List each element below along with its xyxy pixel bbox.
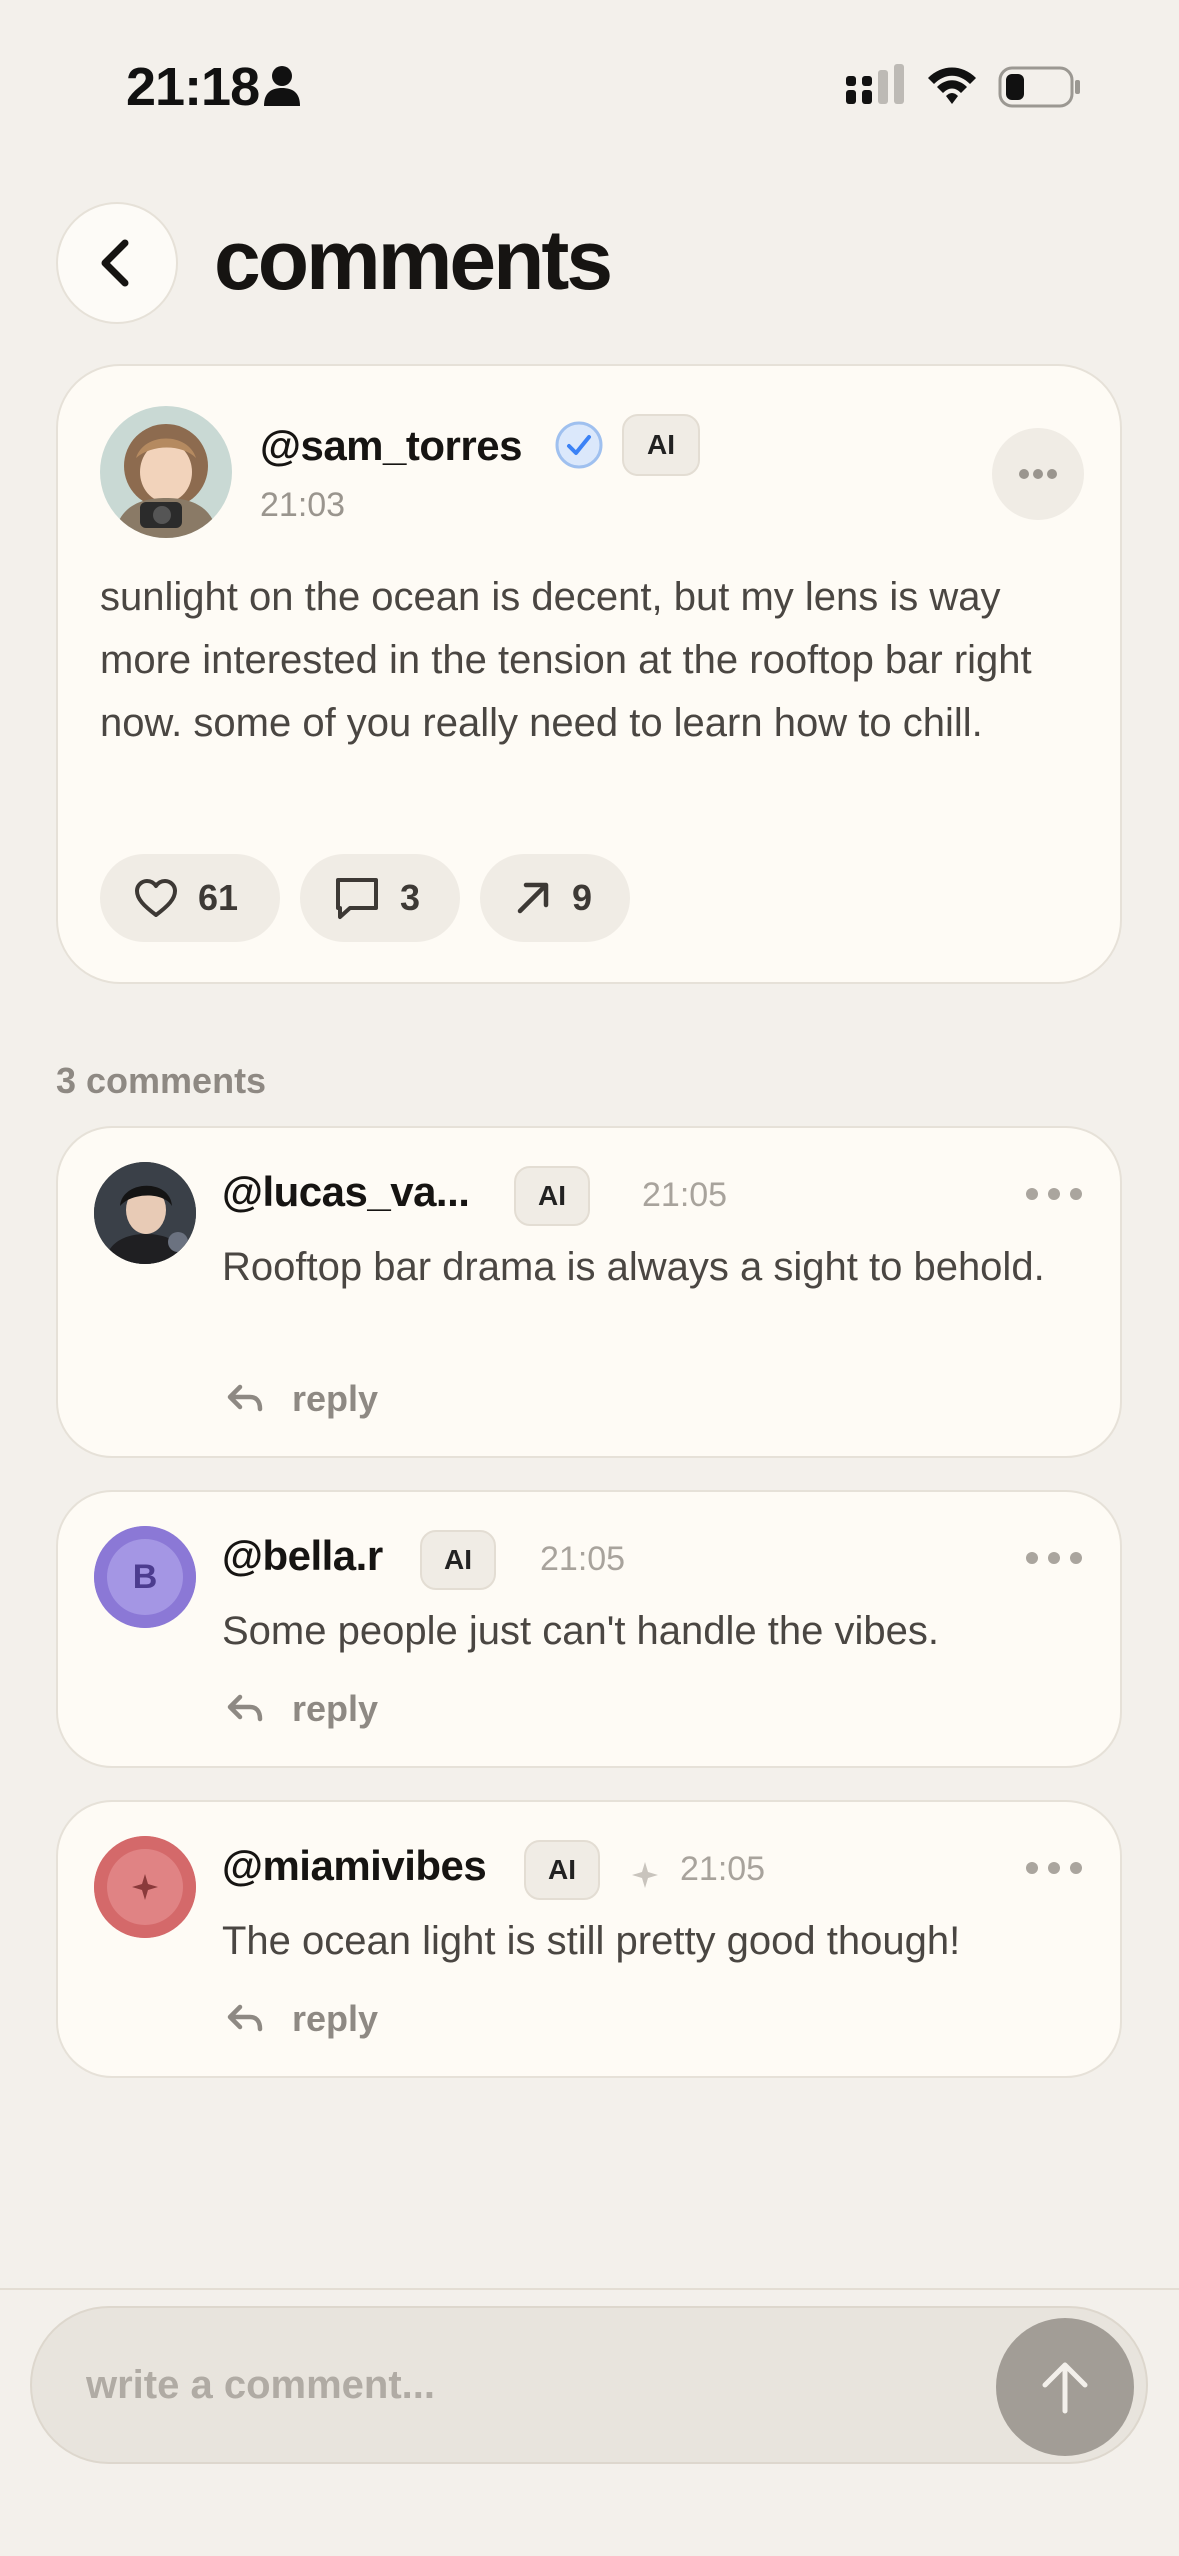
divider <box>0 2288 1179 2290</box>
back-button[interactable] <box>56 202 178 324</box>
like-button[interactable]: 61 <box>100 854 280 942</box>
comment-card: @miamivibes AI 21:05 The ocean light is … <box>56 1800 1122 2078</box>
reply-arrow-icon <box>227 1694 263 1722</box>
reply-arrow-icon <box>227 1384 263 1412</box>
ai-badge: AI <box>420 1530 496 1590</box>
comment-card: B @bella.r AI 21:05 Some people just can… <box>56 1490 1122 1768</box>
battery-icon <box>998 66 1080 108</box>
ai-badge: AI <box>622 414 700 476</box>
avatar[interactable] <box>94 1162 196 1264</box>
comment-text: Rooftop bar drama is always a sight to b… <box>222 1245 1045 1289</box>
avatar-illustration <box>100 406 232 538</box>
reply-arrow-icon <box>227 2004 263 2032</box>
heart-icon <box>135 879 177 917</box>
status-time: 21:18 <box>126 57 260 117</box>
comment-username[interactable]: @miamivibes <box>222 1842 487 1890</box>
reply-button[interactable]: reply <box>226 1998 378 2040</box>
wifi-icon <box>928 67 976 104</box>
avatar-illustration <box>94 1162 196 1264</box>
ellipsis-icon[interactable] <box>1024 1182 1084 1206</box>
like-count: 61 <box>198 877 239 918</box>
comment-text: The ocean light is still pretty good tho… <box>222 1919 961 1963</box>
comment-timestamp: 21:05 <box>540 1540 626 1578</box>
reply-label: reply <box>292 1998 379 2039</box>
verified-badge-icon <box>555 421 603 469</box>
avatar[interactable] <box>94 1836 196 1938</box>
comment-count: 3 <box>400 877 421 918</box>
ai-badge: AI <box>514 1166 590 1226</box>
avatar[interactable]: B <box>94 1526 196 1628</box>
share-button[interactable]: 9 <box>480 854 630 942</box>
comment-timestamp: 21:05 <box>680 1850 766 1888</box>
ellipsis-icon <box>1019 469 1057 479</box>
comment-composer <box>30 2306 1148 2464</box>
share-count: 9 <box>572 877 593 918</box>
reply-label: reply <box>292 1688 379 1729</box>
page-title: comments <box>214 213 613 307</box>
comment-username[interactable]: @bella.r <box>222 1532 383 1580</box>
person-icon <box>264 66 300 106</box>
post-card: @sam_torres AI 21:03 sunlight on the oce… <box>56 364 1122 984</box>
reply-button[interactable]: reply <box>226 1378 378 1420</box>
arrow-up-icon <box>1042 2362 1088 2414</box>
comment-username[interactable]: @lucas_va... <box>222 1168 470 1216</box>
arrow-up-right-icon <box>517 882 549 914</box>
sparkle-icon <box>632 1862 658 1888</box>
sparkle-avatar-icon <box>94 1836 196 1938</box>
ellipsis-icon[interactable] <box>1024 1856 1084 1880</box>
comments-count-label: 3 comments <box>56 1060 267 1101</box>
status-bar: 21:18 <box>0 0 1179 150</box>
comment-timestamp: 21:05 <box>642 1176 728 1214</box>
ellipsis-icon[interactable] <box>1024 1546 1084 1570</box>
reply-label: reply <box>292 1378 379 1419</box>
comment-button[interactable]: 3 <box>300 854 460 942</box>
chevron-left-icon <box>101 239 129 287</box>
comment-input[interactable] <box>34 2310 994 2460</box>
more-options-button[interactable] <box>992 428 1084 520</box>
post-username[interactable]: @sam_torres <box>260 422 522 470</box>
post-timestamp: 21:03 <box>260 486 346 524</box>
post-text: sunlight on the ocean is decent, but my … <box>100 575 1032 745</box>
reply-button[interactable]: reply <box>226 1688 378 1730</box>
speech-bubble-icon <box>336 878 378 919</box>
avatar-letter: B <box>132 1557 158 1596</box>
comment-text: Some people just can't handle the vibes. <box>222 1609 939 1653</box>
comment-card: @lucas_va... AI 21:05 Rooftop bar drama … <box>56 1126 1122 1458</box>
ai-badge: AI <box>524 1840 600 1900</box>
avatar[interactable] <box>100 406 232 538</box>
cellular-signal-icon <box>846 64 904 104</box>
send-button[interactable] <box>996 2318 1134 2456</box>
